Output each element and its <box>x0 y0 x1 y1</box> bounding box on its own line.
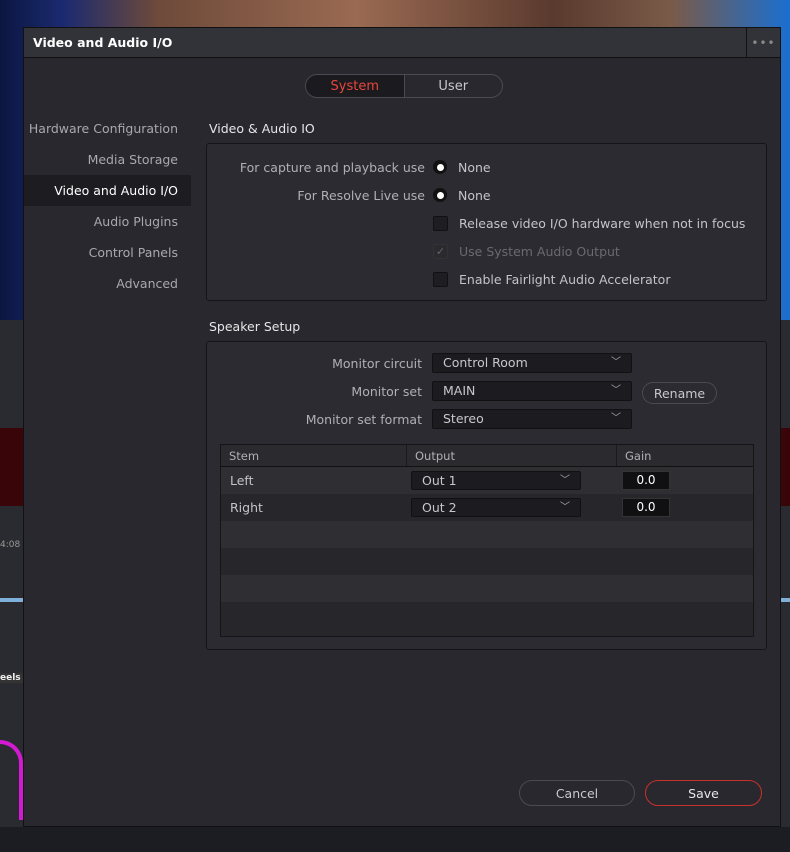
section-heading-speaker-setup: Speaker Setup <box>209 319 301 334</box>
sidebar: Hardware Configuration Media Storage Vid… <box>24 113 191 299</box>
sidebar-item-media-storage[interactable]: Media Storage <box>24 144 191 175</box>
monitor-set-format-label: Monitor set format <box>305 412 422 427</box>
background-panel-label: eels <box>0 673 23 683</box>
table-row: Left Out 1 ﹀ 0.0 <box>221 467 753 494</box>
empty-row <box>221 548 753 575</box>
fairlight-accelerator-label: Enable Fairlight Audio Accelerator <box>459 271 671 287</box>
column-header-gain: Gain <box>625 449 652 463</box>
background-app-right <box>781 320 790 827</box>
output-value: Out 2 <box>422 500 457 515</box>
monitor-set-format-value: Stereo <box>443 411 484 426</box>
stem-cell: Right <box>230 500 263 515</box>
sidebar-item-control-panels[interactable]: Control Panels <box>24 237 191 268</box>
cancel-button[interactable]: Cancel <box>519 780 635 806</box>
background-app-bottom <box>0 827 790 852</box>
chevron-down-icon: ﹀ <box>611 385 621 396</box>
ellipsis-icon[interactable]: ••• <box>746 28 780 57</box>
background-clip <box>0 428 23 506</box>
system-user-toggle: System User <box>305 74 503 98</box>
output-dropdown[interactable]: Out 2 ﹀ <box>411 498 581 517</box>
empty-row <box>221 602 753 629</box>
save-button[interactable]: Save <box>645 780 762 806</box>
capture-radio[interactable] <box>433 160 447 174</box>
background-playhead-bar <box>781 598 790 602</box>
column-header-stem: Stem <box>221 445 407 466</box>
release-hardware-label: Release video I/O hardware when not in f… <box>459 215 746 231</box>
table-body: Left Out 1 ﹀ 0.0 Right Out 2 ﹀ 0.0 <box>221 467 753 629</box>
output-value: Out 1 <box>422 473 457 488</box>
monitor-set-label: Monitor set <box>351 384 422 399</box>
capture-value: None <box>458 159 491 175</box>
background-clip <box>781 428 790 506</box>
background-color-wheel <box>0 740 23 820</box>
chevron-down-icon: ﹀ <box>611 413 621 424</box>
column-header-output: Output <box>407 445 617 466</box>
monitor-circuit-label: Monitor circuit <box>332 356 422 371</box>
gain-input[interactable]: 0.0 <box>622 471 670 490</box>
preferences-dialog: Video and Audio I/O ••• System User Hard… <box>23 27 781 827</box>
rename-button[interactable]: Rename <box>642 382 717 404</box>
video-audio-io-panel: For capture and playback use None For Re… <box>206 143 767 301</box>
empty-row <box>221 521 753 548</box>
output-dropdown[interactable]: Out 1 ﹀ <box>411 471 581 490</box>
monitor-set-value: MAIN <box>443 383 476 398</box>
background-timecode: 4:08 <box>0 540 21 550</box>
sidebar-item-video-audio-io[interactable]: Video and Audio I/O <box>24 175 191 206</box>
live-value: None <box>458 187 491 203</box>
sidebar-item-audio-plugins[interactable]: Audio Plugins <box>24 206 191 237</box>
live-radio[interactable] <box>433 188 447 202</box>
chevron-down-icon: ﹀ <box>560 475 570 486</box>
release-hardware-checkbox[interactable] <box>433 215 448 231</box>
stem-table: Stem Output Gain Left Out 1 ﹀ 0.0 Right O… <box>220 444 754 637</box>
title-bar: Video and Audio I/O ••• <box>24 28 780 58</box>
system-audio-label: Use System Audio Output <box>459 243 620 259</box>
tab-system[interactable]: System <box>306 75 405 97</box>
sidebar-item-hardware-configuration[interactable]: Hardware Configuration <box>24 113 191 144</box>
stem-cell: Left <box>230 473 254 488</box>
live-label: For Resolve Live use <box>297 187 425 203</box>
monitor-circuit-value: Control Room <box>443 355 528 370</box>
section-heading-video-audio-io: Video & Audio IO <box>209 121 315 136</box>
monitor-circuit-dropdown[interactable]: Control Room ﹀ <box>432 353 632 373</box>
background-app-left: 4:08 eels <box>0 320 23 827</box>
table-row: Right Out 2 ﹀ 0.0 <box>221 494 753 521</box>
monitor-set-dropdown[interactable]: MAIN ﹀ <box>432 381 632 401</box>
capture-label: For capture and playback use <box>239 159 425 175</box>
fairlight-accelerator-checkbox[interactable] <box>433 271 448 287</box>
empty-row <box>221 575 753 602</box>
sidebar-item-advanced[interactable]: Advanced <box>24 268 191 299</box>
speaker-setup-panel: Monitor circuit Control Room ﹀ Monitor se… <box>206 341 767 650</box>
chevron-down-icon: ﹀ <box>611 357 621 368</box>
dialog-title: Video and Audio I/O <box>33 35 173 50</box>
tab-user[interactable]: User <box>405 75 503 97</box>
system-audio-checkbox[interactable]: ✓ <box>433 243 448 259</box>
table-header: Stem Output Gain <box>221 445 753 467</box>
gain-input[interactable]: 0.0 <box>622 498 670 517</box>
chevron-down-icon: ﹀ <box>560 502 570 513</box>
background-playhead-bar <box>0 598 23 602</box>
monitor-set-format-dropdown[interactable]: Stereo ﹀ <box>432 409 632 429</box>
